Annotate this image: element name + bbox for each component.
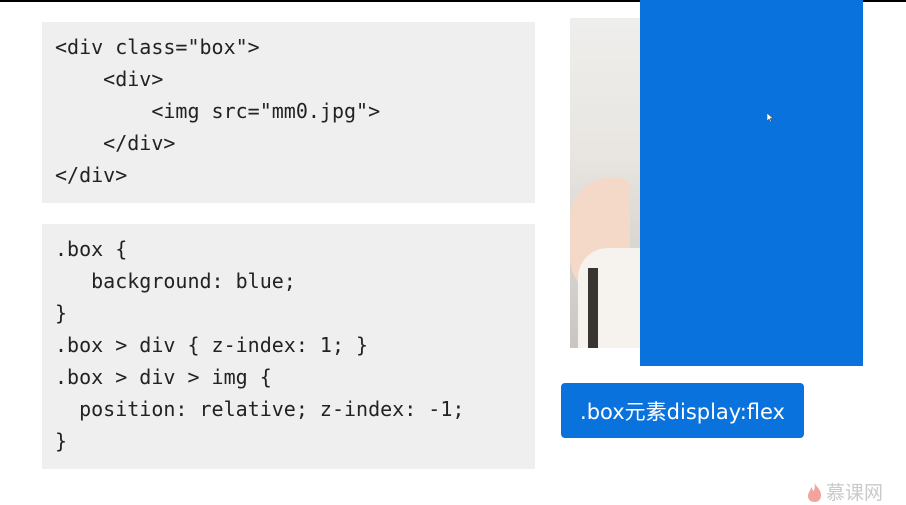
demo-box: [640, 0, 863, 366]
css-code-block: .box { background: blue;} .box > div { z-…: [42, 224, 535, 469]
code-line: <img src="mm0.jpg">: [55, 99, 381, 123]
code-line: <div class="box">: [55, 35, 260, 59]
code-line: .box > div { z-index: 1; }: [55, 333, 369, 357]
code-line: </div>: [55, 131, 176, 155]
watermark-text: 慕课网: [826, 482, 884, 504]
display-flex-button[interactable]: .box元素display:flex: [561, 383, 804, 438]
code-line: }: [55, 429, 68, 453]
code-line: background: blue;: [55, 269, 296, 293]
code-line: <div>: [55, 67, 164, 91]
watermark: 慕课网: [806, 478, 883, 505]
demo-image: [570, 18, 642, 348]
code-line: .box {: [55, 237, 128, 261]
mouse-cursor-icon: [767, 113, 773, 122]
html-code-block: <div class="box"> <div> <img src="mm0.jp…: [42, 22, 535, 203]
code-line: }: [55, 301, 68, 325]
code-line: .box > div > img {: [55, 365, 272, 389]
code-line: position: relative; z-index: -1;: [55, 397, 465, 421]
flame-icon: [808, 481, 821, 502]
code-line: </div>: [55, 163, 128, 187]
